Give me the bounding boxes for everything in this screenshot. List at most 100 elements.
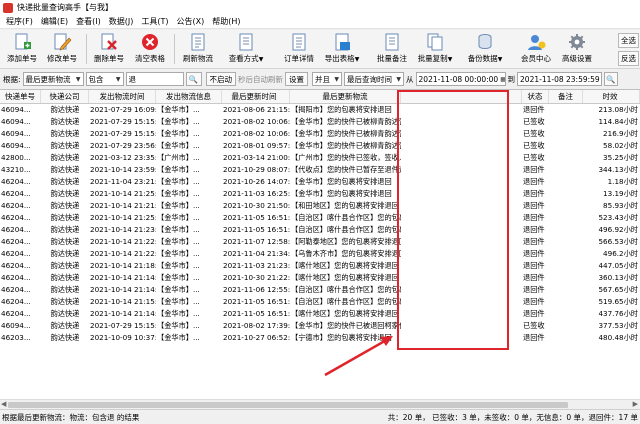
cell-remark [549,164,583,176]
chevron-down-icon: ▼ [75,75,81,83]
table-row[interactable]: 46204... 韵达快递 2021-11-04 23:21:41【金华市】... 2… [0,176,640,188]
status-filter-text: 根据最后更新物流：物流：包含退 的结果 [2,412,140,422]
table-row[interactable]: 46204... 韵达快递 2021-10-14 21:22:10【金华市】... 2… [0,248,640,260]
horizontal-scrollbar[interactable]: ◀ ▶ [0,399,640,409]
invert-selection-button[interactable]: 反选 [618,51,639,66]
view-mode-button[interactable]: 查看方式▼ [226,32,266,66]
menu-help[interactable]: 帮助(H) [208,16,244,27]
batch-copy-button[interactable]: 批量复制▼ [415,32,455,66]
scroll-left-icon[interactable]: ◀ [1,400,6,408]
table-row[interactable]: 46204... 韵达快递 2021-10-14 21:14:27【金华市】... 2… [0,308,640,320]
col-tracking-number[interactable]: 快递单号 [0,90,41,103]
edit-number-button[interactable]: 修改单号 [42,32,82,66]
table-row[interactable]: 46203... 韵达快递 2021-10-09 10:37:09【金华市】... 2… [0,332,640,344]
col-time[interactable]: 时效 [583,90,640,103]
cell-time: 85.93小时 [603,201,638,210]
menu-data[interactable]: 数据(J) [105,16,138,27]
cell-company: 韵达快递 [50,333,80,342]
col-remark[interactable]: 备注 [549,90,583,103]
menu-tools[interactable]: 工具(T) [137,16,172,27]
advanced-settings-button[interactable]: 高级设置 [557,32,597,66]
col-last-info[interactable]: 最后更新物流 [290,90,401,103]
cell-company: 韵达快递 [50,213,80,222]
table-row[interactable]: 46204... 韵达快递 2021-10-14 21:22:43【金华市】... 2… [0,236,640,248]
cell-remark [549,104,583,116]
cell-time: 1.18小时 [607,177,638,186]
filter-settings-button[interactable]: 设置 [285,72,309,86]
col-company[interactable]: 快递公司 [41,90,89,103]
cell-ship-info: 【金华市】... [157,189,200,198]
logic-select[interactable]: 并且 ▼ [312,72,343,86]
select-all-button[interactable]: 全选 [618,33,639,48]
cell-update-time: 2021-11-05 16:51:32 [223,309,290,318]
cell-ship-time: 2021-10-14 21:14:21 [90,285,156,294]
scroll-thumb[interactable] [8,402,568,408]
cell-last-info: 【代收点】您的快件已暂存至退件速运超市，地址:... [291,165,401,174]
not-started-toggle[interactable]: 不启动 [205,72,237,86]
table-row[interactable]: 46094... 韵达快递 2021-07-29 15:15:36【金华市】... 2… [0,116,640,128]
cell-last-info: 【金华市】您的快件已被柳青韵达营业部代签收，地... [291,141,401,150]
export-table-button[interactable]: 导出表格▼ [322,32,362,66]
cell-remark [549,224,583,236]
to-datetime-input[interactable]: 2021-11-08 23:59:59▦ [517,72,603,86]
cell-ship-info: 【金华市】... [157,261,200,270]
table-row[interactable]: 46204... 韵达快递 2021-10-14 21:25:02【金华市】... 2… [0,188,640,200]
menu-view[interactable]: 查看(I) [72,16,105,27]
to-label: 到 [507,74,516,84]
menu-bar: 程序(F) 编辑(E) 查看(I) 数据(J) 工具(T) 公告(X) 帮助(H… [0,15,640,29]
scroll-right-icon[interactable]: ▶ [633,400,638,408]
delete-number-button[interactable]: 删除单号 [89,32,129,66]
filter-operator-select[interactable]: 包含 ▼ [85,72,124,86]
table-row[interactable]: 46094... 韵达快递 2021-07-29 15:15:41【金华市】... 2… [0,128,640,140]
cell-ship-info: 【金华市】... [157,333,200,342]
cell-time: 480.48小时 [598,333,638,342]
menu-edit[interactable]: 编辑(E) [37,16,72,27]
member-center-button[interactable]: 会员中心 [516,32,556,66]
cell-update-time: 2021-08-02 10:06:05 [223,117,290,126]
col-ship-time[interactable]: 发出物流时间 [89,90,156,103]
table-row[interactable]: 46204... 韵达快递 2021-10-14 21:15:44【金华市】... 2… [0,296,640,308]
search-button[interactable]: 🔍 [185,72,202,86]
cell-remark [549,200,583,212]
time-field-select[interactable]: 最后查询时间 ▼ [344,72,405,86]
filter-field-select[interactable]: 最后更新物流 ▼ [22,72,84,86]
table-row[interactable]: 43210... 韵达快递 2021-10-14 23:59:18【金华市】... 2… [0,164,640,176]
time-search-button[interactable]: 🔍 [604,72,619,86]
table-row[interactable]: 42800... 韵达快递 2021-03-12 23:35:50【广州市】... 2… [0,152,640,164]
batch-note-button[interactable]: 批量备注 [372,32,412,66]
col-ship-info[interactable]: 发出物流信息 [156,90,222,103]
cell-last-info: 【金华市】您的快件已被柳青韵达营业部代签收，地... [291,117,401,126]
table-row[interactable]: 46094... 韵达快递 2021-07-29 15:15:36【金华市】... 2… [0,320,640,332]
cell-update-time: 2021-11-07 12:58:06 [223,237,290,246]
menu-program[interactable]: 程序(F) [2,16,37,27]
cell-company: 韵达快递 [50,225,80,234]
table-row[interactable]: 46204... 韵达快递 2021-10-14 21:18:37【金华市】... 2… [0,260,640,272]
cell-ship-info: 【广州市】... [157,153,200,162]
menu-notice[interactable]: 公告(X) [173,16,209,27]
cell-ship-info: 【金华市】... [157,105,200,114]
table-row[interactable]: 46094... 韵达快递 2021-07-29 16:09:50【金华市】... 2… [0,104,640,116]
table-row[interactable]: 46204... 韵达快递 2021-10-14 21:25:06【金华市】... 2… [0,212,640,224]
col-status[interactable]: 状态 [522,90,549,103]
col-update-time[interactable]: 最后更新时间 [222,90,290,103]
cell-remark [549,260,583,272]
backup-data-button[interactable]: 备份数据▼ [465,32,505,66]
from-datetime-input[interactable]: 2021-11-08 00:00:00 ▦ [415,72,506,86]
table-row[interactable]: 46204... 韵达快递 2021-10-14 21:14:54【金华市】... 2… [0,272,640,284]
cell-status: 退回件 [523,165,545,174]
keyword-input[interactable]: 退 [125,72,184,86]
table-row[interactable]: 46204... 韵达快递 2021-10-14 21:23:04【金华市】... 2… [0,224,640,236]
table-row[interactable]: 46204... 韵达快递 2021-10-14 21:14:21【金华市】... 2… [0,284,640,296]
cell-time: 523.43小时 [598,213,638,222]
clear-table-button[interactable]: 清空表格 [130,32,170,66]
cell-ship-time: 2021-10-14 23:59:18 [90,165,156,174]
add-number-button[interactable]: 添加单号 [2,32,42,66]
refresh-logistics-button[interactable]: 刷新物流 [178,32,218,66]
table-row[interactable]: 46094... 韵达快递 2021-07-29 23:56:50【金华市】... 2… [0,140,640,152]
cell-last-info: 【喀什地区】您的包裹将安排退回 [291,261,399,270]
cell-ship-time: 2021-10-14 21:18:37 [90,261,156,270]
table-row[interactable]: 46204... 韵达快递 2021-10-14 21:21:35【金华市】... 2… [0,200,640,212]
cell-update-time: 2021-11-05 16:51:32 [223,297,290,306]
order-detail-button[interactable]: 订单详情 [279,32,319,66]
cell-update-time: 2021-08-02 17:39:52 [223,321,290,330]
